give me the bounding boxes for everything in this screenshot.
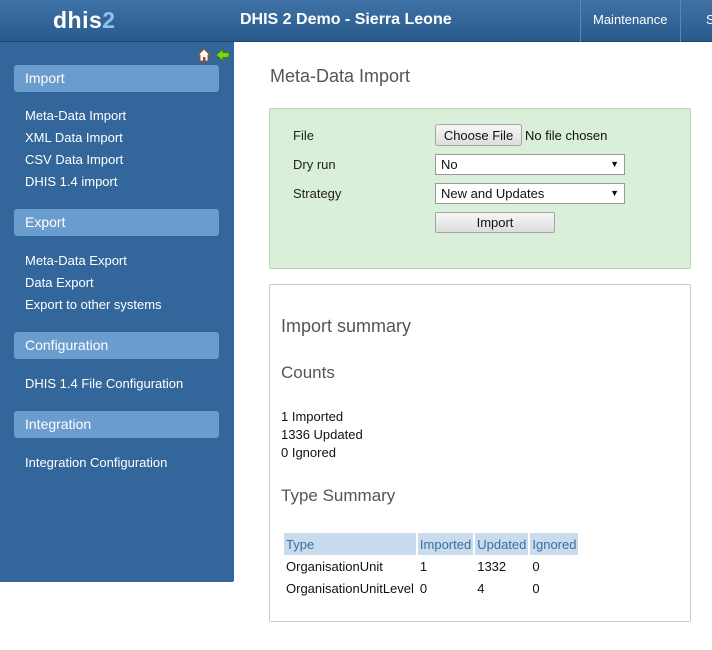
cell-type: OrganisationUnitLevel — [286, 580, 414, 596]
header-updated: Updated — [475, 533, 529, 555]
type-summary-table: Type Imported Updated Ignored Organisati… — [282, 533, 580, 599]
strategy-label: Strategy — [293, 186, 342, 201]
section-integration: Integration — [14, 411, 219, 438]
cell-type: OrganisationUnit — [286, 558, 383, 574]
cell-imported: 1 — [419, 558, 428, 574]
choose-file-button[interactable]: Choose File — [435, 124, 522, 146]
no-file-text: No file chosen — [525, 128, 608, 143]
dhis2-logo[interactable]: dhis2 — [53, 7, 116, 34]
sidebar-icons — [196, 47, 230, 63]
header-ignored: Ignored — [530, 533, 579, 555]
table-row: OrganisationUnit 1 1332 0 — [284, 555, 578, 577]
link-xml-data-import[interactable]: XML Data Import — [25, 130, 123, 145]
app-title: DHIS 2 Demo - Sierra Leone — [240, 11, 452, 28]
section-export: Export — [14, 209, 219, 236]
import-summary-title: Import summary — [281, 316, 412, 336]
logo-number: 2 — [102, 7, 116, 33]
table-row: OrganisationUnitLevel 0 4 0 — [284, 577, 578, 599]
header-imported: Imported — [417, 533, 474, 555]
cell-ignored: 0 — [532, 580, 540, 596]
link-csv-data-import[interactable]: CSV Data Import — [25, 152, 123, 167]
cell-ignored: 0 — [532, 558, 540, 574]
page-title: Meta-Data Import — [270, 66, 411, 86]
link-export-other-systems[interactable]: Export to other systems — [25, 297, 162, 312]
link-data-export[interactable]: Data Export — [25, 275, 94, 290]
import-button[interactable]: Import — [435, 212, 555, 233]
logo-text: dhis — [53, 7, 103, 33]
link-dhis14-file-configuration[interactable]: DHIS 1.4 File Configuration — [25, 376, 183, 391]
section-configuration: Configuration — [14, 332, 219, 359]
file-label: File — [293, 128, 314, 143]
sidebar: Import Meta-Data Import XML Data Import … — [0, 42, 234, 582]
dropdown-caret-icon: ▼ — [610, 188, 619, 198]
collapse-arrow-icon[interactable] — [215, 47, 230, 63]
cell-updated: 4 — [477, 580, 485, 596]
dry-run-select[interactable]: No ▼ — [435, 154, 625, 175]
strategy-value: New and Updates — [441, 186, 545, 201]
import-summary-panel: Import summary Counts 1 Imported 1336 Up… — [269, 284, 691, 622]
count-updated: 1336 Updated — [281, 427, 363, 442]
count-ignored: 0 Ignored — [281, 445, 336, 460]
dry-run-value: No — [441, 157, 458, 172]
import-form: File Choose File No file chosen Dry run … — [269, 108, 691, 269]
section-import: Import — [14, 65, 219, 92]
table-header-row: Type Imported Updated Ignored — [284, 533, 579, 555]
menu-maintenance[interactable]: Maintenance — [580, 0, 680, 42]
link-meta-data-export[interactable]: Meta-Data Export — [25, 253, 127, 268]
strategy-select[interactable]: New and Updates ▼ — [435, 183, 625, 204]
menu-services[interactable]: S — [680, 0, 712, 42]
cell-updated: 1332 — [477, 558, 507, 574]
counts-title: Counts — [281, 363, 335, 382]
link-dhis14-import[interactable]: DHIS 1.4 import — [25, 174, 117, 189]
dropdown-caret-icon: ▼ — [610, 159, 619, 169]
link-integration-configuration[interactable]: Integration Configuration — [25, 455, 167, 470]
type-summary-title: Type Summary — [281, 486, 396, 505]
top-header: dhis2 DHIS 2 Demo - Sierra Leone Mainten… — [0, 0, 712, 42]
count-imported: 1 Imported — [281, 409, 344, 424]
header-type: Type — [284, 533, 416, 555]
cell-imported: 0 — [419, 580, 428, 596]
link-meta-data-import[interactable]: Meta-Data Import — [25, 108, 126, 123]
home-icon[interactable] — [196, 48, 212, 62]
dry-run-label: Dry run — [293, 157, 336, 172]
